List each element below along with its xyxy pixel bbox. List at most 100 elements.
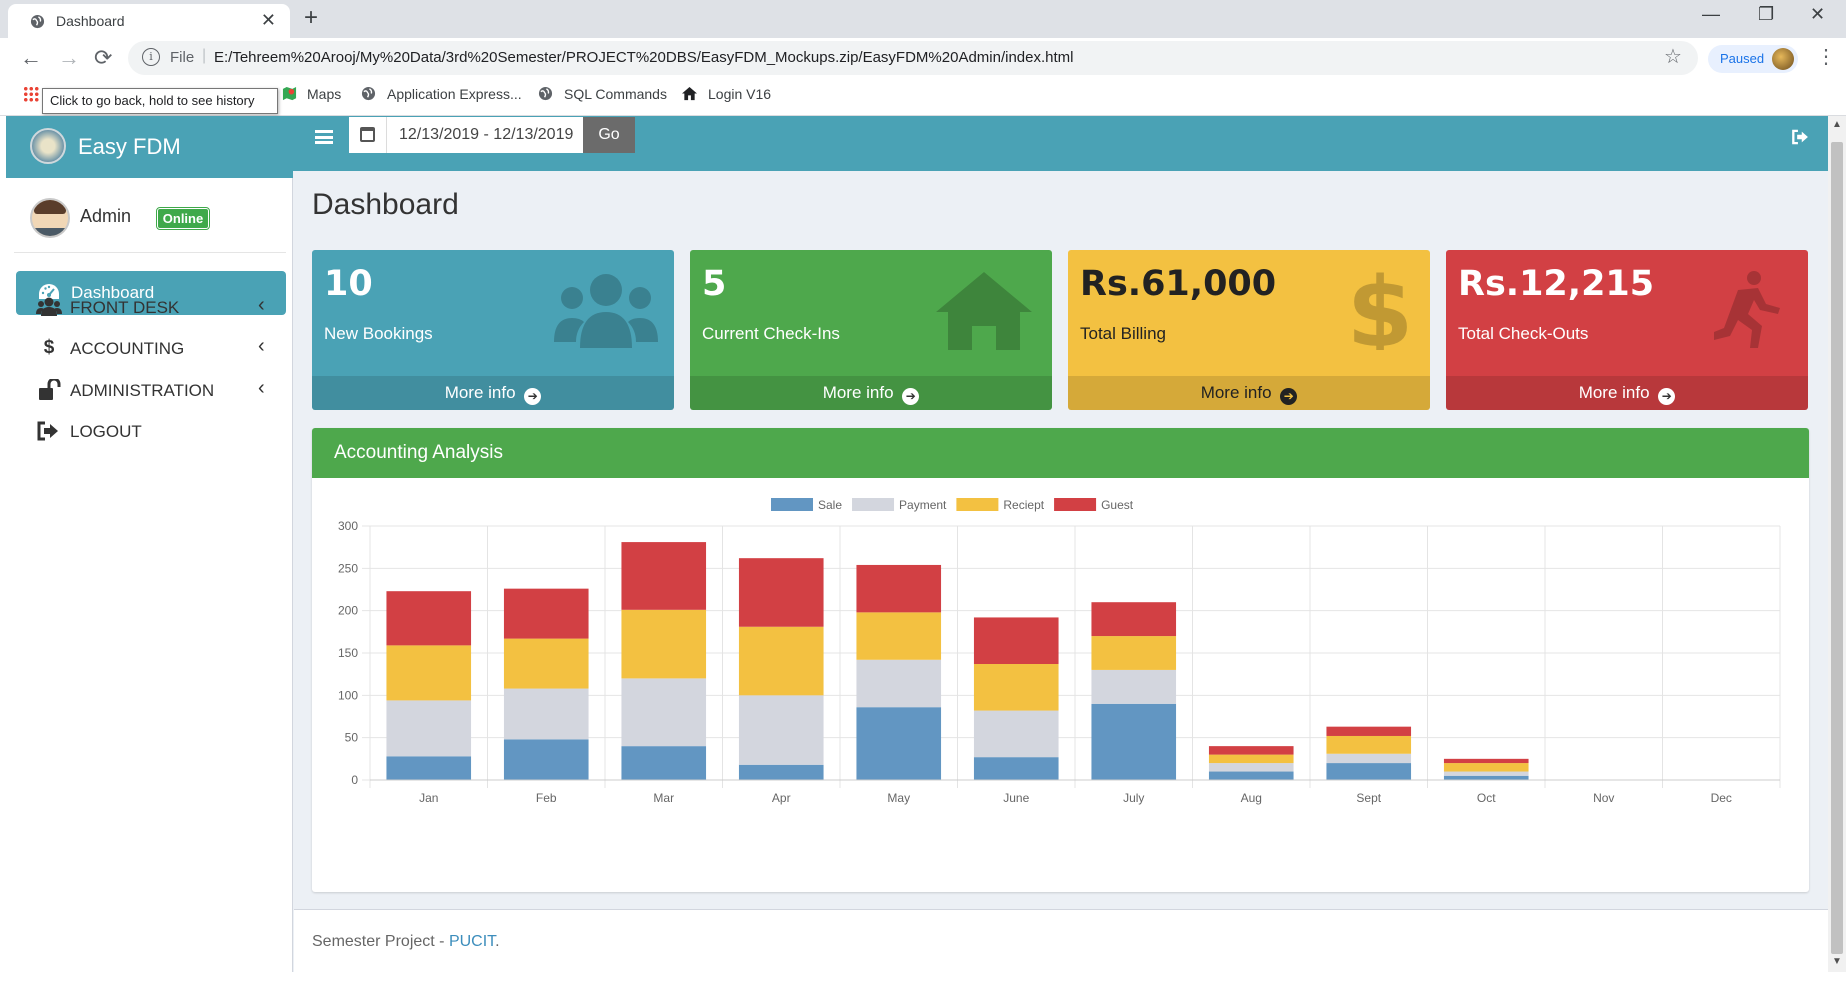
sidebar-item-front-desk-row[interactable]: FRONT DESK ‹	[6, 288, 293, 328]
back-tooltip: Click to go back, hold to see history	[42, 88, 278, 114]
maps-icon	[282, 86, 297, 101]
panel-title: Accounting Analysis	[334, 442, 503, 463]
address-separator: |	[202, 47, 207, 64]
bar-guest-feb	[503, 588, 589, 639]
bar-sale-sept	[1326, 763, 1412, 780]
globe-icon	[361, 86, 376, 101]
bar-guest-sept	[1326, 726, 1412, 736]
sidebar-item-administration[interactable]: ADMINISTRATION ‹	[6, 371, 293, 411]
browser-menu-icon[interactable]: ⋮	[1816, 44, 1836, 69]
brand-name: Easy FDM	[78, 134, 181, 159]
scroll-down-arrow-icon[interactable]: ▼	[1832, 956, 1842, 967]
address-bar[interactable]: i File | E:/Tehreem%20Arooj/My%20Data/3r…	[128, 41, 1698, 75]
bar-guest-jan	[386, 591, 472, 646]
forward-button[interactable]: →	[58, 45, 80, 71]
accounting-analysis-panel: Accounting Analysis 0 50 100 150 200 250 300 Ja…	[312, 428, 1809, 892]
calendar-icon-box[interactable]	[349, 117, 387, 153]
arrow-circle-right-icon: ➔	[524, 388, 542, 405]
top-navbar: Go	[293, 116, 1828, 171]
new-tab-button[interactable]: +	[304, 4, 318, 32]
more-info-link[interactable]: More info ➔	[1446, 376, 1808, 410]
footer-link[interactable]: PUCIT	[449, 933, 495, 950]
browser-tab-strip: Dashboard ✕ + — ❐ ✕	[0, 0, 1846, 38]
x-tick-label: Mar	[653, 791, 674, 805]
brand-bar[interactable]: Easy FDM	[6, 116, 293, 178]
go-button[interactable]: Go	[583, 117, 635, 153]
bar-payment-jan	[386, 700, 472, 757]
x-tick-label: Apr	[772, 791, 791, 805]
sidebar-item-accounting[interactable]: $ ACCOUNTING ‹	[6, 329, 293, 369]
bar-sale-june	[973, 757, 1059, 780]
bookmark-sql-commands[interactable]: SQL Commands	[564, 86, 667, 102]
bar-guest-may	[856, 564, 942, 613]
bar-reciept-sept	[1326, 735, 1412, 754]
browser-tab[interactable]: Dashboard ✕	[8, 4, 290, 38]
legend-label-payment: Payment	[899, 498, 947, 512]
users-icon	[36, 297, 62, 316]
running-icon	[1714, 271, 1780, 348]
sign-out-icon[interactable]	[1791, 128, 1811, 146]
info-box-total-billing: Rs.61,000 Total Billing $ More info ➔	[1068, 250, 1430, 410]
bar-payment-oct	[1443, 771, 1529, 776]
scrollbar-thumb[interactable]	[1831, 142, 1843, 954]
info-box-label: Current Check-Ins	[702, 324, 840, 343]
y-tick-label: 150	[338, 646, 358, 660]
apps-grid-icon[interactable]	[23, 86, 39, 102]
sidebar-item-logout[interactable]: LOGOUT	[6, 412, 293, 452]
globe-icon	[538, 86, 553, 101]
svg-text:$: $	[1347, 270, 1414, 350]
page-scrollbar[interactable]: ▲ ▼	[1828, 116, 1846, 972]
date-range-input[interactable]	[387, 117, 583, 153]
site-info-icon[interactable]: i	[142, 48, 160, 66]
bar-reciept-feb	[503, 638, 589, 689]
menu-toggle-icon[interactable]	[315, 130, 333, 144]
reload-button[interactable]: ⟳	[94, 45, 112, 71]
calendar-icon	[360, 127, 375, 142]
info-box-new-bookings: 10 New Bookings More info ➔	[312, 250, 674, 410]
avatar	[30, 198, 70, 238]
y-tick-label: 250	[338, 561, 358, 575]
more-info-link[interactable]: More info ➔	[1068, 376, 1430, 410]
y-tick-label: 50	[345, 731, 359, 745]
bar-sale-aug	[1208, 771, 1294, 780]
sign-out-icon	[37, 421, 58, 441]
y-tick-label: 0	[351, 773, 358, 787]
profile-button[interactable]: Paused	[1708, 45, 1798, 73]
bar-payment-july	[1091, 669, 1177, 704]
bookmark-maps[interactable]: Maps	[307, 86, 341, 102]
more-info-link[interactable]: More info ➔	[312, 376, 674, 410]
bar-reciept-oct	[1443, 763, 1529, 772]
info-box-value: 5	[702, 264, 727, 304]
back-button[interactable]: ←	[20, 45, 42, 71]
info-box-current-check-ins: 5 Current Check-Ins More info ➔	[690, 250, 1052, 410]
brand-logo	[30, 128, 66, 164]
bookmark-login-v16[interactable]: Login V16	[708, 86, 771, 102]
legend-label-sale: Sale	[818, 498, 842, 512]
bar-sale-mar	[621, 746, 707, 780]
chevron-left-icon: ‹	[258, 377, 265, 399]
bookmark-star-icon[interactable]: ☆	[1664, 44, 1682, 69]
panel-header: Accounting Analysis	[312, 428, 1809, 478]
home-icon	[682, 86, 697, 101]
dollar-icon: $	[43, 337, 55, 358]
tab-title: Dashboard	[56, 13, 125, 29]
close-window-button[interactable]: ✕	[1810, 4, 1825, 25]
info-box-label: Total Billing	[1080, 324, 1166, 343]
url-text[interactable]: E:/Tehreem%20Arooj/My%20Data/3rd%20Semes…	[214, 49, 1074, 66]
minimize-button[interactable]: —	[1702, 4, 1720, 25]
user-name: Admin	[80, 206, 132, 226]
more-info-link[interactable]: More info ➔	[690, 376, 1052, 410]
bookmark-application-express[interactable]: Application Express...	[387, 86, 522, 102]
bar-sale-may	[856, 707, 942, 780]
sidebar-item-label: ADMINISTRATION	[70, 381, 215, 400]
bar-payment-apr	[738, 695, 824, 765]
unlock-icon	[39, 379, 61, 400]
bar-guest-july	[1091, 602, 1177, 637]
tab-close-icon[interactable]: ✕	[261, 10, 276, 31]
sidebar-item-label: FRONT DESK	[70, 298, 180, 317]
restore-button[interactable]: ❐	[1758, 4, 1774, 25]
x-tick-label: May	[887, 791, 910, 805]
y-tick-label: 100	[338, 688, 358, 702]
scroll-up-arrow-icon[interactable]: ▲	[1832, 119, 1842, 130]
bar-sale-july	[1091, 703, 1177, 780]
